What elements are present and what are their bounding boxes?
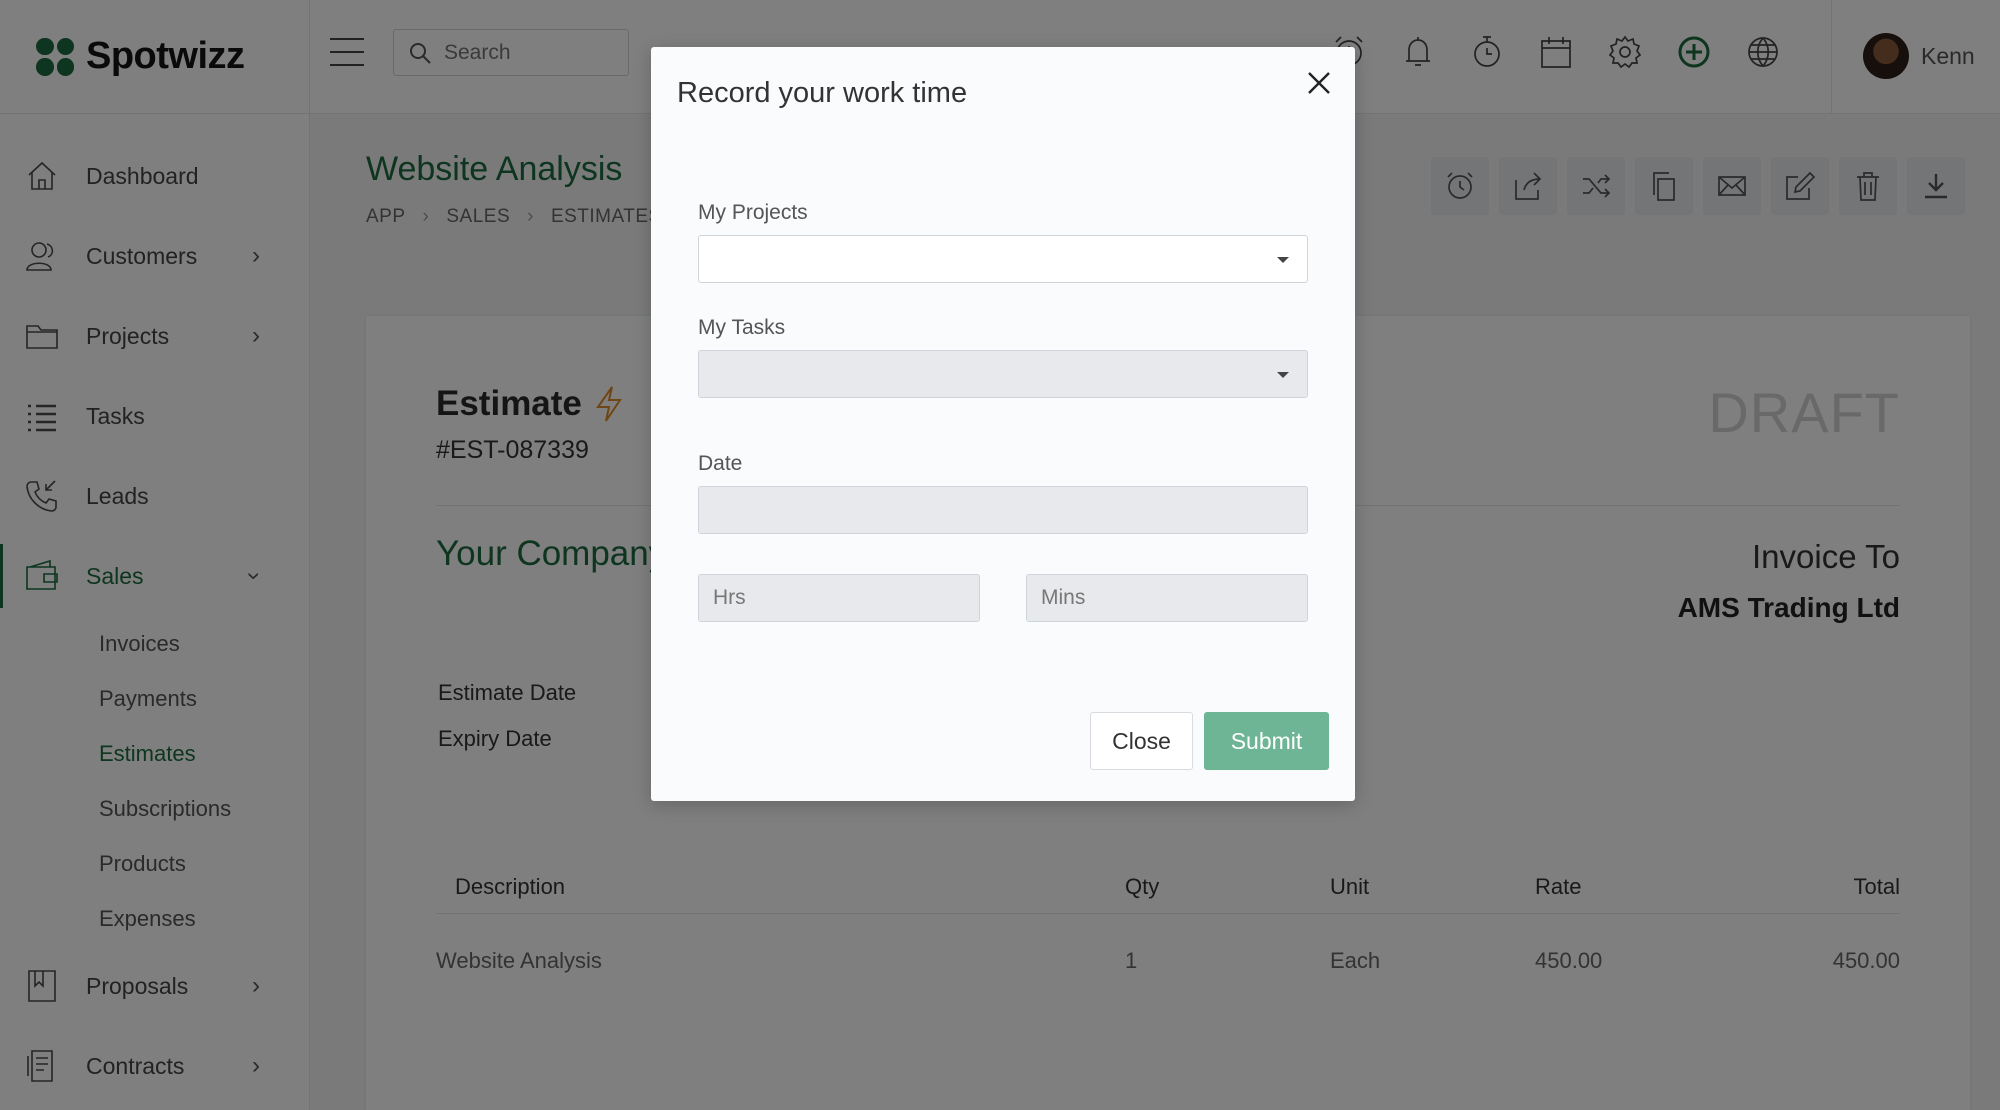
minutes-field[interactable] [1026, 574, 1308, 622]
close-icon[interactable] [1301, 65, 1337, 101]
caret-down-icon [1277, 372, 1289, 378]
close-button[interactable]: Close [1090, 712, 1193, 770]
record-time-modal: Record your work time My Projects My Tas… [651, 47, 1355, 801]
projects-label: My Projects [698, 201, 808, 224]
submit-button[interactable]: Submit [1204, 712, 1329, 770]
hours-field[interactable] [698, 574, 980, 622]
date-label: Date [698, 452, 743, 475]
modal-title: Record your work time [677, 77, 968, 109]
tasks-select[interactable] [698, 350, 1308, 398]
date-field[interactable] [698, 486, 1308, 534]
tasks-label: My Tasks [698, 316, 786, 339]
projects-select[interactable] [698, 235, 1308, 283]
caret-down-icon [1277, 257, 1289, 263]
